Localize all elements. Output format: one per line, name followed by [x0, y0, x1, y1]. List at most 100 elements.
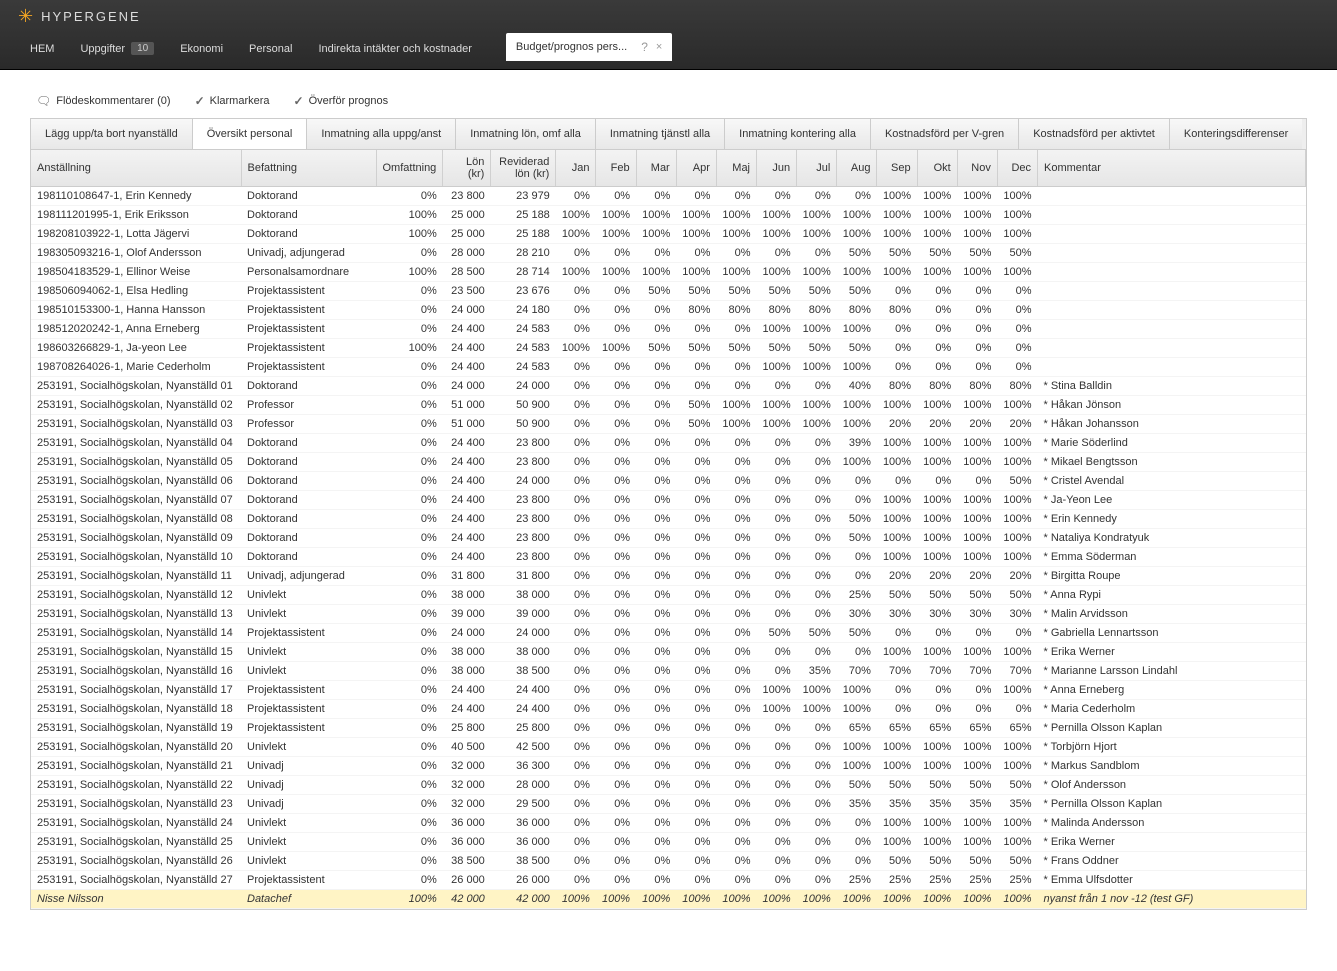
table-row[interactable]: 198110108647-1, Erin KennedyDoktorand0%2… [31, 187, 1306, 206]
col-mar[interactable]: Mar [636, 150, 676, 187]
table-row[interactable]: 253191, Socialhögskolan, Nyanställd 05Do… [31, 453, 1306, 472]
cell: 0% [797, 510, 837, 529]
table-row[interactable]: 253191, Socialhögskolan, Nyanställd 27Pr… [31, 871, 1306, 890]
transfer-forecast-button[interactable]: Överför prognos [294, 94, 389, 108]
subtab-översikt-personal[interactable]: Översikt personal [193, 119, 308, 149]
col-jan[interactable]: Jan [556, 150, 596, 187]
col-befattning[interactable]: Befattning [241, 150, 376, 187]
subtab-inmatning-lön-omf-alla[interactable]: Inmatning lön, omf alla [456, 119, 596, 149]
cell: 0% [716, 548, 756, 567]
table-row[interactable]: 253191, Socialhögskolan, Nyanställd 21Un… [31, 757, 1306, 776]
cell: 100% [997, 529, 1037, 548]
table-row[interactable]: 198510153300-1, Hanna HanssonProjektassi… [31, 301, 1306, 320]
col-maj[interactable]: Maj [716, 150, 756, 187]
cell: 0% [837, 814, 877, 833]
cell: 100% [917, 643, 957, 662]
subtab-inmatning-alla-uppg-anst[interactable]: Inmatning alla uppg/anst [307, 119, 456, 149]
table-row[interactable]: 253191, Socialhögskolan, Nyanställd 01Do… [31, 377, 1306, 396]
nav-item-hem[interactable]: HEM [18, 36, 66, 61]
table-row[interactable]: 253191, Socialhögskolan, Nyanställd 04Do… [31, 434, 1306, 453]
cell: 0% [757, 833, 797, 852]
table-row[interactable]: 253191, Socialhögskolan, Nyanställd 13Un… [31, 605, 1306, 624]
table-row[interactable]: 253191, Socialhögskolan, Nyanställd 11Un… [31, 567, 1306, 586]
cell: 0% [676, 757, 716, 776]
col-sep[interactable]: Sep [877, 150, 917, 187]
cell: 0% [997, 700, 1037, 719]
table-row[interactable]: 253191, Socialhögskolan, Nyanställd 09Do… [31, 529, 1306, 548]
table-row[interactable]: 253191, Socialhögskolan, Nyanställd 26Un… [31, 852, 1306, 871]
cell: 0% [636, 852, 676, 871]
flow-comments-button[interactable]: 🗨 Flödeskommentarer (0) [36, 94, 171, 108]
subtab-konteringsdifferenser[interactable]: Konteringsdifferenser [1170, 119, 1302, 149]
table-row[interactable]: 253191, Socialhögskolan, Nyanställd 10Do… [31, 548, 1306, 567]
table-row[interactable]: 198506094062-1, Elsa HedlingProjektassis… [31, 282, 1306, 301]
subtab-kostnadsförd-per-aktivtet[interactable]: Kostnadsförd per aktivtet [1019, 119, 1170, 149]
cell: 100% [837, 453, 877, 472]
col-lon[interactable]: Lön (kr) [443, 150, 491, 187]
table-row[interactable]: 253191, Socialhögskolan, Nyanställd 07Do… [31, 491, 1306, 510]
table-row[interactable]: 253191, Socialhögskolan, Nyanställd 12Un… [31, 586, 1306, 605]
col-jul[interactable]: Jul [797, 150, 837, 187]
table-row[interactable]: 253191, Socialhögskolan, Nyanställd 08Do… [31, 510, 1306, 529]
cell: 65% [837, 719, 877, 738]
nav-item-ekonomi[interactable]: Ekonomi [168, 36, 235, 61]
table-row[interactable]: 253191, Socialhögskolan, Nyanställd 22Un… [31, 776, 1306, 795]
table-row[interactable]: 198512020242-1, Anna ErnebergProjektassi… [31, 320, 1306, 339]
table-row[interactable]: Nisse NilssonDatachef100%42 00042 000100… [31, 890, 1306, 909]
col-aug[interactable]: Aug [837, 150, 877, 187]
col-dec[interactable]: Dec [997, 150, 1037, 187]
table-row[interactable]: 198208103922-1, Lotta JägerviDoktorand10… [31, 225, 1306, 244]
table-row[interactable]: 198708264026-1, Marie CederholmProjektas… [31, 358, 1306, 377]
comment-icon: 🗨 [36, 94, 51, 108]
col-kommentar[interactable]: Kommentar [1038, 150, 1306, 187]
col-jun[interactable]: Jun [757, 150, 797, 187]
nav-item-personal[interactable]: Personal [237, 36, 304, 61]
cell: 38 000 [443, 586, 491, 605]
cell: 0% [376, 795, 443, 814]
table-row[interactable]: 198111201995-1, Erik ErikssonDoktorand10… [31, 206, 1306, 225]
nav-item-indirekta-intäkter-och-kostnader[interactable]: Indirekta intäkter och kostnader [306, 36, 483, 61]
table-row[interactable]: 253191, Socialhögskolan, Nyanställd 03Pr… [31, 415, 1306, 434]
cell: 0% [596, 814, 636, 833]
subtab-lägg-upp-ta-bort-nyanställd[interactable]: Lägg upp/ta bort nyanställd [31, 119, 193, 149]
table-row[interactable]: 253191, Socialhögskolan, Nyanställd 20Un… [31, 738, 1306, 757]
table-row[interactable]: 253191, Socialhögskolan, Nyanställd 19Pr… [31, 719, 1306, 738]
table-row[interactable]: 253191, Socialhögskolan, Nyanställd 06Do… [31, 472, 1306, 491]
table-row[interactable]: 253191, Socialhögskolan, Nyanställd 23Un… [31, 795, 1306, 814]
cell: 0% [997, 624, 1037, 643]
help-icon[interactable]: ? [641, 40, 648, 54]
subtab-inmatning-kontering-alla[interactable]: Inmatning kontering alla [725, 119, 871, 149]
table-row[interactable]: 253191, Socialhögskolan, Nyanställd 18Pr… [31, 700, 1306, 719]
table-row[interactable]: 253191, Socialhögskolan, Nyanställd 15Un… [31, 643, 1306, 662]
table-row[interactable]: 198504183529-1, Ellinor WeisePersonalsam… [31, 263, 1306, 282]
col-feb[interactable]: Feb [596, 150, 636, 187]
subtab-kostnadsförd-per-v-gren[interactable]: Kostnadsförd per V-gren [871, 119, 1019, 149]
mark-done-button[interactable]: Klarmarkera [195, 94, 270, 108]
transfer-forecast-label: Överför prognos [309, 95, 388, 107]
table-row[interactable]: 253191, Socialhögskolan, Nyanställd 02Pr… [31, 396, 1306, 415]
cell: 0% [716, 586, 756, 605]
table-row[interactable]: 198305093216-1, Olof AnderssonUnivadj, a… [31, 244, 1306, 263]
col-anstallning[interactable]: Anställning [31, 150, 241, 187]
subtab-inmatning-tjänstl-alla[interactable]: Inmatning tjänstl alla [596, 119, 725, 149]
col-okt[interactable]: Okt [917, 150, 957, 187]
col-apr[interactable]: Apr [676, 150, 716, 187]
col-omfattning[interactable]: Omfattning [376, 150, 443, 187]
col-reviderad[interactable]: Reviderad lön (kr) [491, 150, 556, 187]
cell: * Anna Rypi [1038, 586, 1306, 605]
cell: Univlekt [241, 586, 376, 605]
nav-item-uppgifter[interactable]: Uppgifter10 [68, 36, 166, 61]
table-row[interactable]: 198603266829-1, Ja-yeon LeeProjektassist… [31, 339, 1306, 358]
col-nov[interactable]: Nov [957, 150, 997, 187]
cell: 253191, Socialhögskolan, Nyanställd 25 [31, 833, 241, 852]
cell: 100% [837, 358, 877, 377]
table-row[interactable]: 253191, Socialhögskolan, Nyanställd 17Pr… [31, 681, 1306, 700]
close-icon[interactable]: × [656, 41, 662, 53]
table-row[interactable]: 253191, Socialhögskolan, Nyanställd 25Un… [31, 833, 1306, 852]
cell: 0% [596, 662, 636, 681]
cell: 0% [716, 833, 756, 852]
table-row[interactable]: 253191, Socialhögskolan, Nyanställd 16Un… [31, 662, 1306, 681]
document-tab[interactable]: Budget/prognos pers... ? × [506, 33, 672, 61]
table-row[interactable]: 253191, Socialhögskolan, Nyanställd 14Pr… [31, 624, 1306, 643]
table-row[interactable]: 253191, Socialhögskolan, Nyanställd 24Un… [31, 814, 1306, 833]
